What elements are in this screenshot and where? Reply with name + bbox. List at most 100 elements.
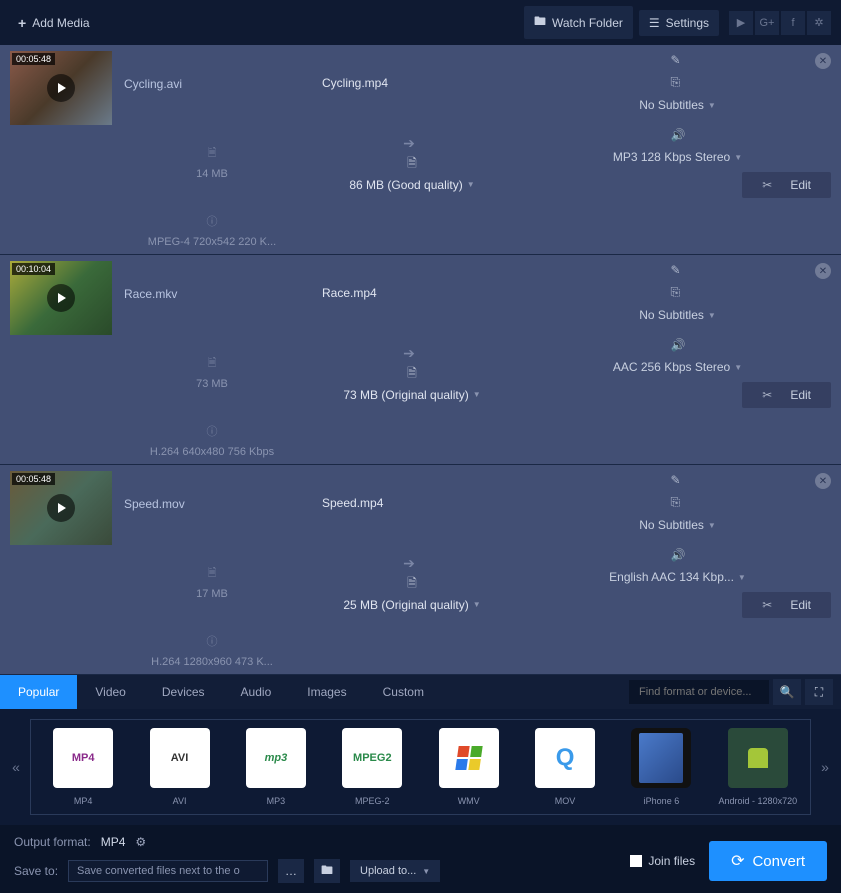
thumbnail[interactable]: 00:05:48 [10,51,112,125]
format-mp4[interactable]: MP4 MP4 [39,728,127,806]
subtitles-value: No Subtitles [639,98,704,112]
windows-icon [439,728,499,788]
source-size: 14 MB [196,168,228,180]
format-label: AVI [173,796,187,806]
edit-button[interactable]: ✂ Edit [742,382,831,408]
play-icon[interactable] [47,74,75,102]
audio-dropdown[interactable]: English AAC 134 Kbp...▼ [609,570,746,584]
thumbnail[interactable]: 00:05:48 [10,471,112,545]
save-path-input[interactable] [68,860,268,882]
youtube-icon[interactable]: ▶ [729,11,753,35]
document-icon: 🗎 [405,158,419,172]
format-wmv[interactable]: WMV [425,728,513,806]
chevron-down-icon: ▼ [467,180,475,189]
search-icon: 🔍 [780,685,795,699]
add-media-button[interactable]: + Add Media [10,11,98,35]
audio-dropdown[interactable]: MP3 128 Kbps Stereo ▼ [613,150,742,164]
subtitles-dropdown[interactable]: No Subtitles ▼ [639,98,716,112]
audio-value: English AAC 134 Kbp... [609,570,734,584]
output-filename: Cycling.mp4 [322,76,388,90]
share-icon[interactable]: ✲ [807,11,831,35]
remove-file-button[interactable]: ✕ [815,263,831,279]
watch-folder-button[interactable]: 🖿 Watch Folder [524,6,633,39]
tab-devices[interactable]: Devices [144,675,223,709]
format-mpeg2[interactable]: MPEG2MPEG-2 [328,728,416,806]
pencil-icon[interactable]: ✎ [671,473,685,487]
join-files-label: Join files [648,854,695,868]
save-to-label: Save to: [14,864,58,878]
format-android[interactable]: Android - 1280x720 [714,728,802,806]
source-filename: Race.mkv [124,285,300,301]
subtitles-dropdown[interactable]: No Subtitles▼ [639,308,716,322]
facebook-icon[interactable]: f [781,11,805,35]
format-mov[interactable]: QMOV [521,728,609,806]
subtitle-icon: ⎘ [671,495,685,510]
checkbox-icon [630,855,642,867]
mp4-icon: MP4 [53,728,113,788]
dots-icon: … [285,864,297,878]
play-icon[interactable] [47,284,75,312]
speaker-icon: 🔊 [671,548,685,562]
quality-dropdown[interactable]: 86 MB (Good quality) ▼ [349,178,474,192]
source-filename: Cycling.avi [124,75,300,91]
edit-button[interactable]: ✂ Edit [742,172,831,198]
scissors-icon: ✂ [762,388,772,402]
pencil-icon[interactable]: ✎ [671,263,685,277]
browse-folder-button[interactable]: … [278,859,304,883]
chevron-down-icon: ▼ [473,600,481,609]
open-folder-button[interactable]: 🖿 [314,859,340,883]
tab-images[interactable]: Images [289,675,364,709]
edit-label: Edit [790,388,811,402]
gear-icon[interactable]: ⚙ [135,835,146,849]
speaker-icon: 🔊 [671,338,685,352]
subtitles-dropdown[interactable]: No Subtitles▼ [639,518,716,532]
remove-file-button[interactable]: ✕ [815,473,831,489]
file-row: 00:05:48 Speed.mov Speed.mp4 ✎ ⎘ No Subt… [0,465,841,675]
format-search-input[interactable] [629,680,769,704]
expand-formats-button[interactable]: ⛶ [805,679,833,705]
arrow-right-icon: ➔ [403,345,415,362]
tab-audio[interactable]: Audio [223,675,290,709]
googleplus-icon[interactable]: G+ [755,11,779,35]
chevron-down-icon: ▼ [734,363,742,372]
settings-label: Settings [666,16,709,30]
settings-button[interactable]: ☰ Settings [639,10,719,36]
document-icon: 🗎 [205,146,219,160]
carousel-prev-button[interactable]: « [6,737,26,797]
iphone-icon [631,728,691,788]
pencil-icon[interactable]: ✎ [671,53,685,67]
tab-video[interactable]: Video [77,675,143,709]
watch-folder-label: Watch Folder [552,16,623,30]
tab-custom[interactable]: Custom [365,675,442,709]
audio-dropdown[interactable]: AAC 256 Kbps Stereo▼ [613,360,742,374]
expand-icon: ⛶ [815,685,823,700]
convert-button[interactable]: ⟳ Convert [709,841,827,881]
convert-label: Convert [752,853,805,870]
chevron-down-icon: ▼ [708,311,716,320]
carousel-next-button[interactable]: » [815,737,835,797]
thumbnail[interactable]: 00:10:04 [10,261,112,335]
folder-icon: 🖿 [534,12,546,33]
format-label: MP4 [74,796,93,806]
output-size: 86 MB (Good quality) [349,178,462,192]
chevron-down-icon: ▼ [473,390,481,399]
info-icon: ⓘ [205,424,219,438]
plus-icon: + [18,15,26,31]
remove-file-button[interactable]: ✕ [815,53,831,69]
document-icon: 🗎 [205,566,219,580]
quality-dropdown[interactable]: 73 MB (Original quality) ▼ [343,388,480,402]
document-icon: 🗎 [405,368,419,382]
search-button[interactable]: 🔍 [773,679,801,705]
audio-value: MP3 128 Kbps Stereo [613,150,730,164]
format-mp3[interactable]: mp3MP3 [232,728,320,806]
format-avi[interactable]: AVIAVI [135,728,223,806]
duration-badge: 00:05:48 [12,53,55,65]
upload-to-dropdown[interactable]: Upload to... ▼ [350,860,440,882]
tab-popular[interactable]: Popular [0,675,77,709]
join-files-checkbox[interactable]: Join files [630,854,695,868]
play-icon[interactable] [47,494,75,522]
format-iphone6[interactable]: iPhone 6 [617,728,705,806]
output-size: 73 MB (Original quality) [343,388,468,402]
edit-button[interactable]: ✂Edit [742,592,831,618]
quality-dropdown[interactable]: 25 MB (Original quality)▼ [343,598,480,612]
